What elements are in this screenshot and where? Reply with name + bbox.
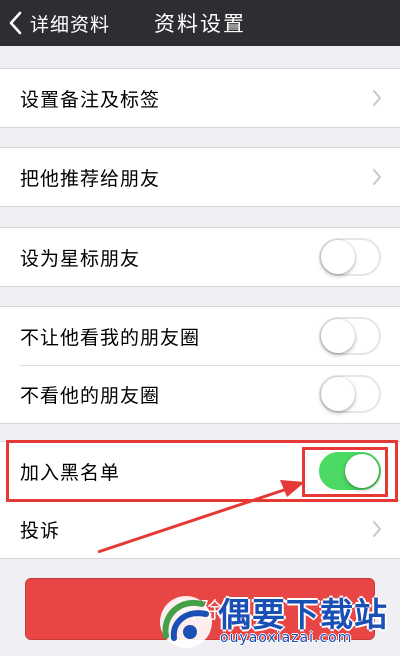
group-recommend: 把他推荐给朋友 bbox=[0, 147, 400, 207]
row-set-remark-tags[interactable]: 设置备注及标签 bbox=[0, 69, 400, 127]
group-remark: 设置备注及标签 bbox=[0, 68, 400, 128]
chevron-right-icon bbox=[373, 169, 381, 185]
row-label: 设为星标朋友 bbox=[20, 247, 141, 270]
watermark-url: ouyaoxiazai.com bbox=[220, 630, 353, 646]
row-label: 投诉 bbox=[20, 519, 61, 542]
row-star-friend: 设为星标朋友 bbox=[0, 228, 400, 286]
group-star: 设为星标朋友 bbox=[0, 227, 400, 287]
toggle-knob bbox=[321, 319, 355, 353]
toggle-knob bbox=[321, 377, 355, 411]
page-title: 资料设置 bbox=[154, 12, 246, 36]
row-report[interactable]: 投诉 bbox=[0, 500, 400, 558]
watermark: 偶要下载站 ouyaoxiazai.com bbox=[156, 588, 396, 654]
watermark-logo-icon bbox=[160, 596, 212, 648]
group-moments: 不让他看我的朋友圈 不看他的朋友圈 bbox=[0, 306, 400, 424]
annotation-highlight-toggle bbox=[302, 447, 388, 497]
navigation-bar: 详细资料 资料设置 bbox=[0, 0, 400, 46]
hide-his-moments-toggle[interactable] bbox=[319, 375, 381, 413]
star-friend-toggle[interactable] bbox=[319, 238, 381, 276]
watermark-title: 偶要下载站 bbox=[218, 595, 388, 634]
chevron-right-icon bbox=[373, 521, 381, 537]
row-label: 不让他看我的朋友圈 bbox=[20, 326, 201, 349]
row-recommend-to-friend[interactable]: 把他推荐给朋友 bbox=[0, 148, 400, 206]
settings-screen: 详细资料 资料设置 设置备注及标签 把他推荐给朋友 设为星标朋友 不让他看我的朋… bbox=[0, 0, 400, 656]
row-label: 设置备注及标签 bbox=[20, 88, 161, 111]
row-label: 不看他的朋友圈 bbox=[20, 384, 161, 407]
row-hide-his-moments: 不看他的朋友圈 bbox=[0, 365, 400, 423]
row-hide-my-moments: 不让他看我的朋友圈 bbox=[0, 307, 400, 365]
hide-my-moments-toggle[interactable] bbox=[319, 317, 381, 355]
toggle-knob bbox=[321, 240, 355, 274]
row-label: 把他推荐给朋友 bbox=[20, 167, 161, 190]
chevron-right-icon bbox=[373, 90, 381, 106]
